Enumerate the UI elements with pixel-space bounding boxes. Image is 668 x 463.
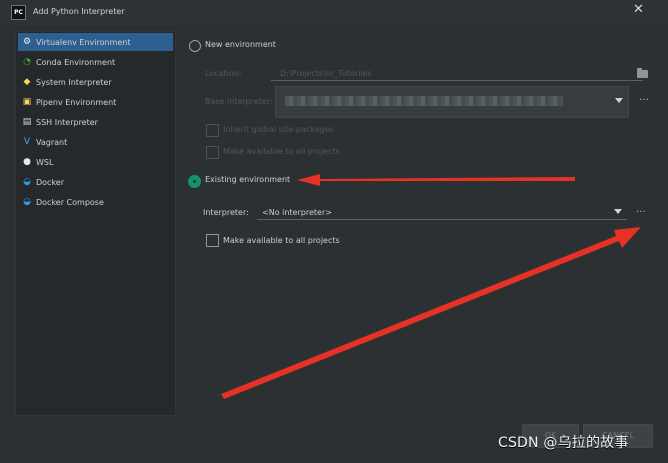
sidebar-item-label: Vagrant bbox=[36, 138, 68, 147]
new-environment-label: New environment bbox=[205, 40, 276, 49]
inherit-site-packages-label: Inherit global site-packages bbox=[223, 125, 334, 134]
sidebar-item-pipenv-environment[interactable]: ▣ Pipenv Environment bbox=[18, 93, 173, 111]
sidebar-item-wsl[interactable]: ● WSL bbox=[18, 153, 173, 171]
pipenv-icon: ▣ bbox=[22, 97, 32, 107]
location-label: Location: bbox=[205, 69, 242, 78]
sidebar-item-virtualenv-environment[interactable]: ⚙ Virtualenv Environment bbox=[18, 33, 173, 51]
conda-icon: ◔ bbox=[23, 57, 31, 67]
python-icon: ◆ bbox=[23, 77, 31, 87]
blurred-path bbox=[285, 96, 563, 106]
base-interpreter-label: Base interpreter: bbox=[205, 97, 273, 106]
existing-environment-radio[interactable] bbox=[188, 175, 201, 188]
title-bar: PC Add Python Interpreter ✕ bbox=[0, 0, 668, 25]
sidebar-item-docker[interactable]: ◒ Docker bbox=[18, 173, 173, 191]
location-value: D:\Projects\hr_Tutorials bbox=[280, 69, 372, 78]
sidebar-item-label: WSL bbox=[36, 158, 54, 167]
add-python-interpreter-dialog: PC Add Python Interpreter ✕ ⚙ Virtualenv… bbox=[0, 0, 668, 463]
new-env-available-label: Make available to all projects bbox=[223, 147, 340, 156]
ssh-icon: ▤ bbox=[22, 117, 32, 127]
sidebar-item-vagrant[interactable]: V Vagrant bbox=[18, 133, 173, 151]
sidebar-item-label: SSH Interpreter bbox=[36, 118, 98, 127]
sidebar-item-label: Docker Compose bbox=[36, 198, 104, 207]
environment-options: New environment Location: D:\Projects\hr… bbox=[184, 28, 652, 358]
new-environment-radio[interactable] bbox=[189, 40, 201, 52]
docker-icon: ◒ bbox=[23, 177, 31, 187]
sidebar-item-label: Conda Environment bbox=[36, 58, 116, 67]
more-icon[interactable]: ... bbox=[636, 204, 646, 215]
more-icon[interactable]: … bbox=[639, 92, 649, 103]
pycharm-logo: PC bbox=[11, 5, 26, 20]
sidebar-item-label: Virtualenv Environment bbox=[36, 38, 131, 47]
existing-environment-label: Existing environment bbox=[205, 175, 291, 184]
sidebar-item-label: Pipenv Environment bbox=[36, 98, 117, 107]
interpreter-type-sidebar: ⚙ Virtualenv Environment ◔ Conda Environ… bbox=[15, 31, 176, 416]
interpreter-value: <No interpreter> bbox=[262, 208, 332, 217]
new-env-available-checkbox[interactable] bbox=[206, 146, 219, 159]
close-button[interactable]: ✕ bbox=[633, 3, 645, 16]
docker-compose-icon: ◒ bbox=[23, 197, 31, 207]
sidebar-item-conda-environment[interactable]: ◔ Conda Environment bbox=[18, 53, 173, 71]
make-available-label: Make available to all projects bbox=[223, 236, 340, 245]
sidebar-item-docker-compose[interactable]: ◒ Docker Compose bbox=[18, 193, 173, 211]
sidebar-item-system-interpreter[interactable]: ◆ System Interpreter bbox=[18, 73, 173, 91]
wsl-icon: ● bbox=[23, 157, 31, 167]
watermark: CSDN @乌拉的故事 bbox=[498, 435, 629, 451]
folder-icon[interactable] bbox=[637, 68, 648, 78]
dialog-title: Add Python Interpreter bbox=[33, 7, 125, 16]
chevron-down-icon[interactable] bbox=[614, 209, 622, 214]
inherit-site-packages-checkbox[interactable] bbox=[206, 124, 219, 137]
interpreter-label: Interpreter: bbox=[203, 208, 249, 217]
chevron-down-icon[interactable] bbox=[615, 98, 623, 103]
make-available-checkbox[interactable] bbox=[206, 234, 219, 247]
virtualenv-icon: ⚙ bbox=[22, 37, 32, 47]
sidebar-item-label: System Interpreter bbox=[36, 78, 112, 87]
vagrant-icon: V bbox=[23, 137, 31, 147]
sidebar-item-label: Docker bbox=[36, 178, 65, 187]
sidebar-item-ssh-interpreter[interactable]: ▤ SSH Interpreter bbox=[18, 113, 173, 131]
